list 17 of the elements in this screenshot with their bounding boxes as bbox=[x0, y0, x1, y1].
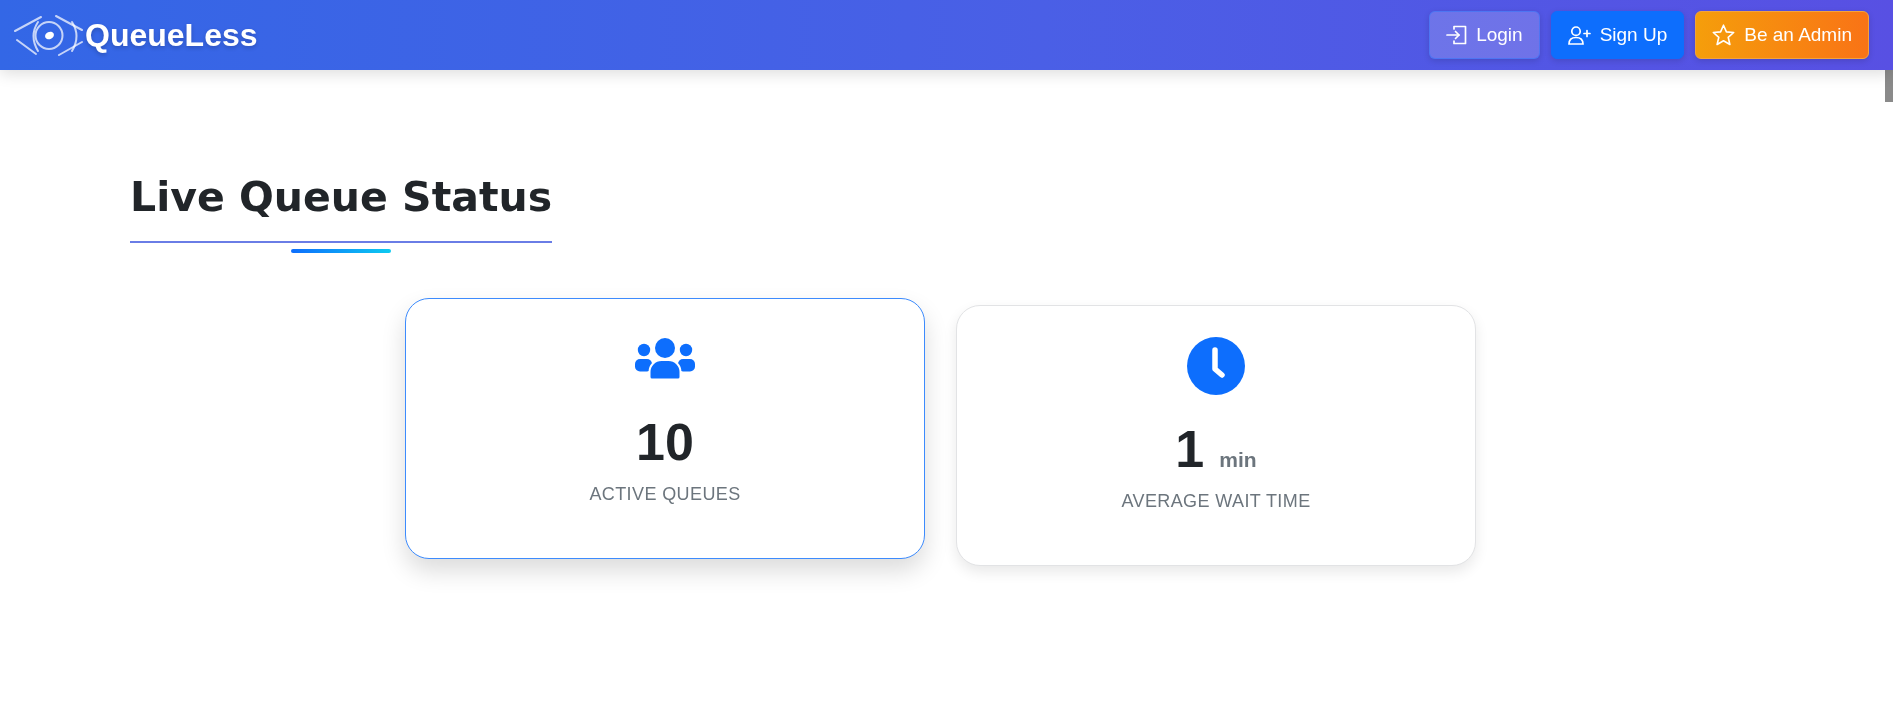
stat-value: 10 bbox=[636, 412, 694, 473]
section-title: Live Queue Status bbox=[130, 171, 553, 243]
enter-arrow-icon bbox=[1446, 25, 1468, 45]
people-icon bbox=[635, 338, 695, 380]
person-plus-icon bbox=[1567, 25, 1591, 45]
eye-logo-icon[interactable] bbox=[14, 13, 83, 57]
login-button[interactable]: Login bbox=[1429, 11, 1540, 59]
sign-up-button[interactable]: Sign Up bbox=[1550, 11, 1685, 59]
admin-button[interactable]: Be an Admin bbox=[1695, 11, 1869, 59]
brand-name[interactable]: QueueLess bbox=[85, 15, 258, 55]
stat-label: AVERAGE WAIT TIME bbox=[1121, 490, 1311, 513]
stat-unit: min bbox=[1219, 448, 1257, 472]
clock-icon bbox=[1187, 337, 1245, 395]
star-icon bbox=[1712, 24, 1736, 46]
stat-value: 1 bbox=[1175, 419, 1205, 480]
stat-label: ACTIVE QUEUES bbox=[589, 483, 741, 506]
scrollbar-thumb[interactable] bbox=[1885, 70, 1893, 102]
